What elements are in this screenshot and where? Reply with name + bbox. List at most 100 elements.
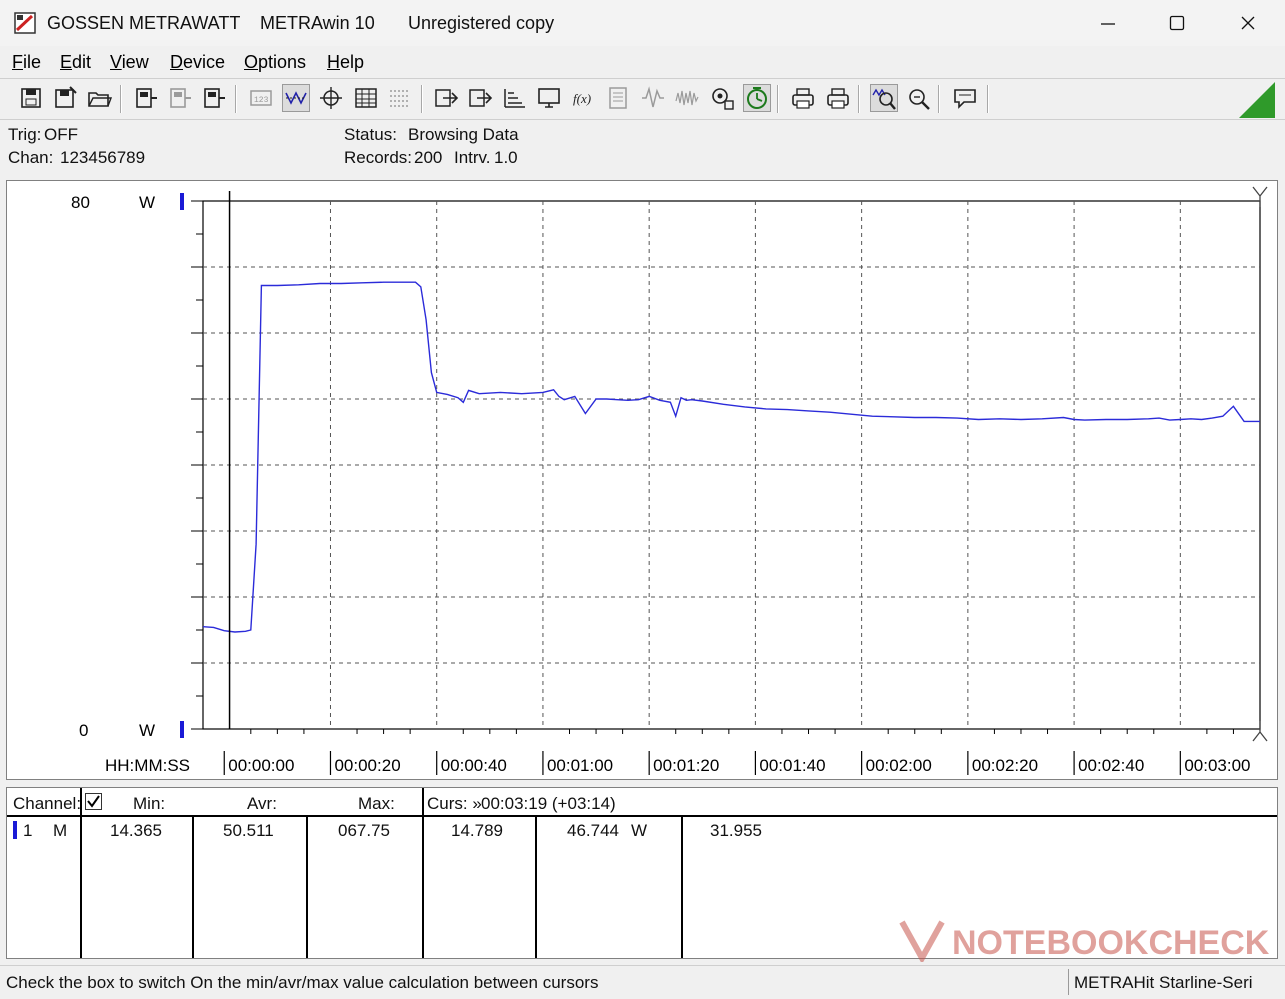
settings-button[interactable] xyxy=(708,84,736,112)
close-button[interactable] xyxy=(1228,8,1268,38)
max-header: Max: xyxy=(358,794,395,813)
menu-bar: File Edit View Device Options Help xyxy=(0,46,1285,79)
menu-options[interactable]: Options xyxy=(244,52,306,73)
row-cursor1: 14.789 xyxy=(451,821,503,840)
list-icon xyxy=(390,90,410,107)
row-min: 14.365 xyxy=(110,821,162,840)
app-logo-icon xyxy=(14,12,36,34)
digital-display-icon: 123 xyxy=(250,90,272,106)
x-tick-label: 00:02:00 xyxy=(866,756,932,775)
import-button[interactable] xyxy=(466,84,494,112)
open-folder-button[interactable] xyxy=(85,84,113,112)
chan-value: 123456789 xyxy=(60,148,146,167)
y-top-marker xyxy=(180,193,184,210)
signal-icon xyxy=(642,86,664,108)
min-header: Min: xyxy=(133,794,166,813)
records-label: Records: xyxy=(344,148,413,167)
interval-label: Intrv. xyxy=(454,148,491,167)
noise-icon xyxy=(675,90,699,106)
check-icon xyxy=(87,795,100,808)
device-config-button[interactable] xyxy=(166,84,194,112)
save-button[interactable] xyxy=(17,84,45,112)
import-icon xyxy=(469,89,493,107)
x-tick-label: 00:01:40 xyxy=(759,756,825,775)
menu-file[interactable]: File xyxy=(12,52,41,73)
minimize-button[interactable] xyxy=(1088,8,1128,38)
x-tick-label: 00:00:00 xyxy=(228,756,294,775)
row-delta: 31.955 xyxy=(710,821,762,840)
power-chart[interactable]: 80 W 0 W HH:MM:SS 00:00:00 00:00:20 00:00:… xyxy=(7,181,1277,779)
list-button[interactable] xyxy=(386,84,414,112)
menu-edit[interactable]: Edit xyxy=(60,52,91,73)
zoom-wave-button[interactable] xyxy=(870,84,898,112)
monitor-button[interactable] xyxy=(535,84,563,112)
table-divider xyxy=(681,816,683,958)
series-line-1 xyxy=(202,281,1260,633)
print-button[interactable] xyxy=(824,84,852,112)
toolbar-separator xyxy=(858,85,860,113)
menu-help[interactable]: Help xyxy=(327,52,364,73)
row-avr: 50.511 xyxy=(223,821,274,840)
table-divider xyxy=(422,788,424,958)
zoom-button[interactable] xyxy=(904,84,932,112)
x-tick-label: 00:03:00 xyxy=(1184,756,1250,775)
table-button[interactable] xyxy=(352,84,380,112)
toolbar-separator xyxy=(777,85,779,113)
signal-button[interactable] xyxy=(639,84,667,112)
scale-button[interactable] xyxy=(501,84,529,112)
toolbar-separator xyxy=(421,85,423,113)
save-as-button[interactable] xyxy=(51,84,79,112)
export-button[interactable] xyxy=(432,84,460,112)
status-device: METRAHit Starline-Seri xyxy=(1068,969,1282,995)
device-read-button[interactable] xyxy=(132,84,160,112)
message-button[interactable] xyxy=(951,84,979,112)
waveform-button[interactable] xyxy=(282,84,310,112)
avr-header: Avr: xyxy=(247,794,277,813)
maximize-button[interactable] xyxy=(1157,8,1197,38)
table-header-divider xyxy=(7,815,1277,817)
y-axis-top-label: 80 xyxy=(71,193,90,212)
memory-icon xyxy=(609,87,627,109)
table-icon xyxy=(355,88,377,108)
monitor-icon xyxy=(538,88,560,108)
save-as-icon xyxy=(55,86,77,108)
x-tick-label: 00:01:20 xyxy=(653,756,719,775)
chart-panel[interactable]: 80 W 0 W HH:MM:SS 00:00:00 00:00:20 00:00:… xyxy=(6,180,1278,780)
digital-display-button[interactable]: 123 xyxy=(247,84,275,112)
minmax-checkbox[interactable] xyxy=(85,793,102,810)
zoom-wave-icon xyxy=(872,88,896,110)
device-send-button[interactable] xyxy=(200,84,228,112)
table-divider xyxy=(192,816,194,958)
x-tick-label: 00:01:00 xyxy=(547,756,613,775)
x-tick-labels: 00:00:00 00:00:20 00:00:40 00:01:00 00:01:20… xyxy=(228,756,1250,775)
status-label: Status: xyxy=(344,125,397,144)
watermark-text: NOTEBOOKCHECK xyxy=(952,924,1270,962)
menu-view[interactable]: View xyxy=(110,52,149,73)
status-corner-indicator xyxy=(1239,82,1275,118)
menu-device[interactable]: Device xyxy=(170,52,225,73)
row-cursor2: 46.744 xyxy=(567,821,619,840)
toolbar: 123 f(x) xyxy=(0,79,1285,120)
toolbar-separator xyxy=(987,85,989,113)
registration-title: Unregistered copy xyxy=(408,13,555,33)
watermark-check-icon xyxy=(899,920,945,962)
scroll-up-icon[interactable] xyxy=(1252,186,1268,207)
row-unit: W xyxy=(631,821,648,840)
x-tick-label: 00:02:40 xyxy=(1078,756,1144,775)
channel-color-marker xyxy=(13,821,17,839)
minimize-icon xyxy=(1101,23,1115,25)
cursor-value: 00:03:19 (+03:14) xyxy=(481,794,616,813)
row-mode: M xyxy=(53,821,68,840)
scroll-down-icon[interactable] xyxy=(1252,721,1268,742)
print-preview-button[interactable] xyxy=(789,84,817,112)
memory-button[interactable] xyxy=(604,84,632,112)
table-divider xyxy=(535,816,537,958)
notebookcheck-watermark: NOTEBOOKCHECK xyxy=(899,920,1270,962)
timer-button[interactable] xyxy=(743,84,771,112)
print-preview-icon xyxy=(792,88,814,109)
toolbar-separator xyxy=(938,85,940,113)
records-value: 200 xyxy=(414,148,443,167)
noise-button[interactable] xyxy=(673,84,701,112)
crosshair-button[interactable] xyxy=(317,84,345,112)
formula-button[interactable]: f(x) xyxy=(570,84,598,112)
